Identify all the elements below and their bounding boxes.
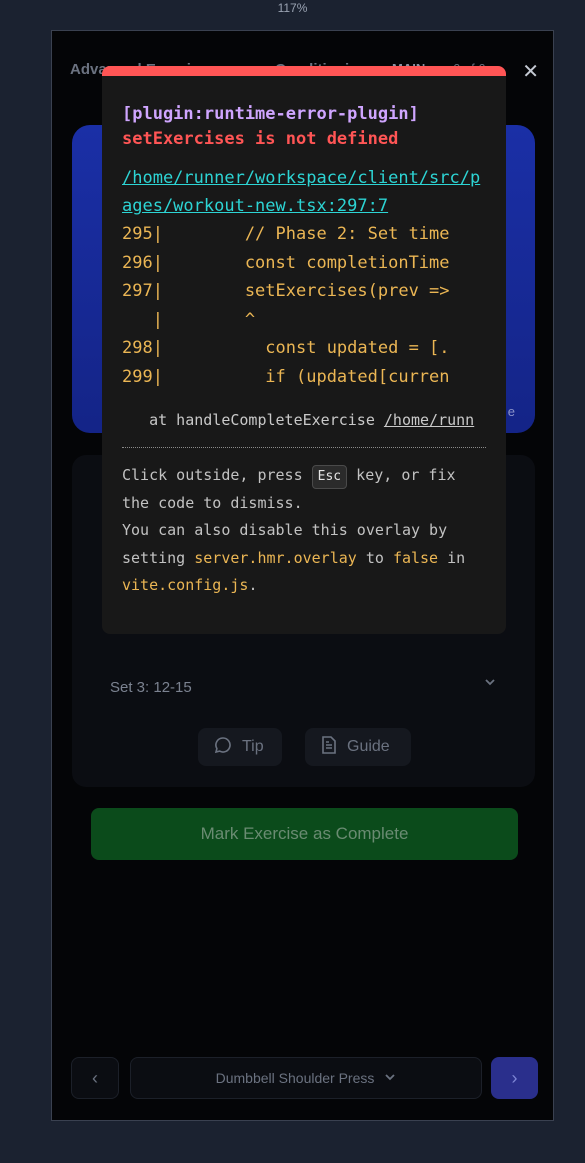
- chat-bubble-icon: [214, 736, 232, 759]
- exercise-selector[interactable]: Dumbbell Shoulder Press: [130, 1057, 482, 1099]
- config-file: vite.config.js: [122, 576, 249, 594]
- next-exercise-button[interactable]: ›: [491, 1057, 538, 1099]
- zoom-level: 117%: [277, 1, 308, 15]
- hero-corner-text: e: [507, 404, 515, 419]
- tip-button[interactable]: Tip: [198, 728, 282, 766]
- code-line: 297| setExercises(prev =>: [122, 281, 450, 301]
- overlay-dismiss-tip: Click outside, press Esc key, or fix the…: [122, 462, 486, 600]
- error-plugin-name: [plugin:runtime-error-plugin]: [122, 104, 419, 124]
- chevron-left-icon: ‹: [92, 1067, 98, 1088]
- chevron-down-icon: [384, 1070, 396, 1086]
- code-line: 298| const updated = [.: [122, 338, 450, 358]
- setting-value: false: [392, 548, 439, 567]
- error-stack: at handleCompleteExercise /home/runn: [122, 409, 486, 431]
- code-line: 299| if (updated[curren: [122, 366, 450, 387]
- tip-text: Click outside, press: [122, 466, 312, 484]
- stack-path-link[interactable]: /home/runn: [384, 411, 474, 429]
- overlay-divider: [122, 447, 486, 448]
- tip-text: .: [248, 576, 258, 594]
- stack-prefix: at handleCompleteExercise: [149, 411, 384, 429]
- set-label[interactable]: Set 3: 12-15: [110, 679, 192, 696]
- exercise-selector-label: Dumbbell Shoulder Press: [215, 1070, 375, 1086]
- code-line: 295| // Phase 2: Set time: [122, 224, 450, 244]
- error-code-frame: 295| // Phase 2: Set time 296| const comp…: [122, 220, 486, 391]
- chevron-down-icon[interactable]: [483, 675, 497, 692]
- esc-key: Esc: [311, 465, 348, 489]
- document-icon: [321, 735, 337, 759]
- runtime-error-overlay[interactable]: [plugin:runtime-error-plugin] setExercis…: [102, 66, 506, 634]
- tip-text: to: [356, 548, 393, 567]
- tip-label: Tip: [242, 738, 264, 755]
- error-file-link[interactable]: /home/runner/workspace/client/src/pages/…: [122, 164, 484, 220]
- code-line: | ^: [122, 309, 256, 330]
- code-line: 296| const completionTime: [122, 252, 450, 273]
- tip-text: in: [438, 548, 466, 567]
- previous-exercise-button[interactable]: ‹: [71, 1057, 119, 1099]
- mark-complete-button[interactable]: Mark Exercise as Complete: [91, 808, 518, 860]
- close-icon[interactable]: ✕: [522, 59, 539, 84]
- guide-button[interactable]: Guide: [305, 728, 411, 766]
- error-message: setExercises is not defined: [122, 129, 399, 149]
- chevron-right-icon: ›: [511, 1067, 518, 1088]
- setting-name: server.hmr.overlay: [194, 548, 357, 567]
- guide-label: Guide: [347, 738, 390, 755]
